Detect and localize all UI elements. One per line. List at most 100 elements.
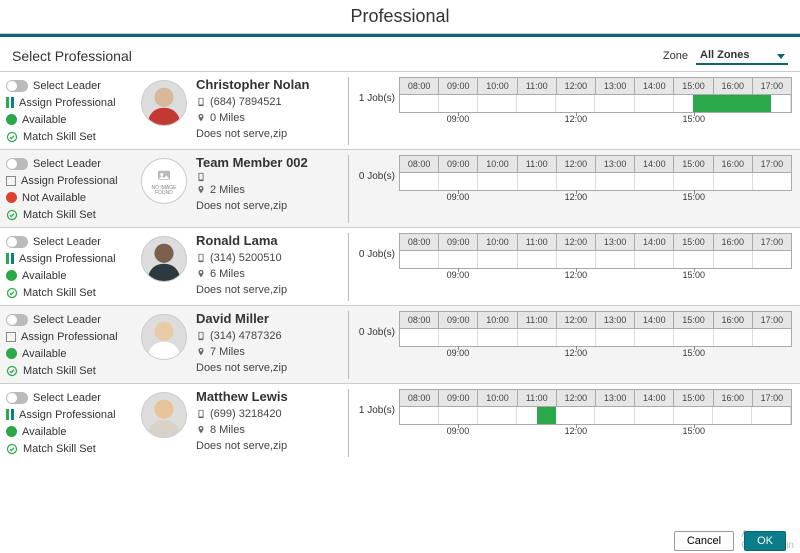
timeline-body[interactable] [399,407,792,425]
hour-footer: 12:00 [565,192,588,202]
hour-header: 17:00 [753,390,791,406]
pin-icon [196,425,206,435]
cancel-button[interactable]: Cancel [674,531,734,551]
phone-text: (314) 4787326 [210,328,282,344]
assign-checkbox-icon[interactable] [6,332,16,342]
professional-list: Select LeaderAssign ProfessionalAvailabl… [0,71,800,461]
hour-header: 08:00 [400,234,439,250]
job-block[interactable] [693,95,771,112]
assign-bar-icon [6,253,9,264]
jobs-count-label: 0 Job(s) [355,155,399,182]
avatar: NO IMAGEFOUND [141,158,187,204]
availability-dot-icon [6,192,17,203]
professional-name: Team Member 002 [196,155,342,171]
ok-button[interactable]: OK [744,531,786,551]
avatar [141,236,187,282]
timeline-header: 08:0009:0010:0011:0012:0013:0014:0015:00… [399,389,792,407]
hour-header: 12:00 [557,78,596,94]
check-circle-icon [6,209,18,221]
hour-header: 17:00 [753,156,791,172]
match-skill-label: Match Skill Set [23,207,96,223]
assign-professional-label: Assign Professional [19,251,116,267]
timeline-body[interactable] [399,173,792,191]
availability-label: Available [22,268,66,284]
select-leader-toggle[interactable] [6,236,28,248]
professional-name: Christopher Nolan [196,77,342,93]
hour-header: 10:00 [478,312,517,328]
phone-text: (699) 3218420 [210,406,282,422]
phone-icon [196,331,206,341]
professional-name: David Miller [196,311,342,327]
hour-header: 15:00 [674,78,713,94]
hour-header: 12:00 [557,312,596,328]
professional-row: Select LeaderAssign ProfessionalAvailabl… [0,383,800,461]
miles-text: 2 Miles [210,182,245,198]
hour-footer: 12:00 [565,348,588,358]
zone-dropdown[interactable]: All Zones [696,47,788,65]
timeline[interactable]: 08:0009:0010:0011:0012:0013:0014:0015:00… [399,311,792,361]
select-leader-toggle[interactable] [6,314,28,326]
hour-header: 13:00 [596,312,635,328]
select-leader-toggle[interactable] [6,392,28,404]
timeline-body[interactable] [399,251,792,269]
select-leader-label: Select Leader [33,312,101,328]
jobs-count-label: 1 Job(s) [355,389,399,416]
pin-icon [196,347,206,357]
availability-dot-icon [6,114,17,125]
check-circle-icon [6,443,18,455]
miles-text: 7 Miles [210,344,245,360]
note-text: Does not serve,zip [196,126,287,142]
select-leader-toggle[interactable] [6,80,28,92]
hour-footer: 09:00 [447,348,470,358]
timeline-footer: 09:0012:0015:00 [399,191,792,205]
hour-header: 17:00 [753,312,791,328]
hour-header: 16:00 [714,234,753,250]
column-divider [348,77,349,145]
job-block[interactable] [537,407,557,424]
timeline-header: 08:0009:0010:0011:0012:0013:0014:0015:00… [399,155,792,173]
hour-header: 10:00 [478,156,517,172]
hour-header: 10:00 [478,390,517,406]
timeline-footer: 09:0012:0015:00 [399,425,792,439]
hour-header: 11:00 [518,156,557,172]
timeline[interactable]: 08:0009:0010:0011:0012:0013:0014:0015:00… [399,233,792,283]
availability-dot-icon [6,270,17,281]
professional-name: Ronald Lama [196,233,342,249]
hour-header: 12:00 [557,234,596,250]
timeline[interactable]: 08:0009:0010:0011:0012:0013:0014:0015:00… [399,77,792,127]
miles-text: 8 Miles [210,422,245,438]
avatar [141,80,187,126]
hour-header: 14:00 [635,234,674,250]
hour-header: 09:00 [439,78,478,94]
hour-header: 15:00 [674,390,713,406]
hour-footer: 12:00 [565,426,588,436]
timeline-body[interactable] [399,95,792,113]
pin-icon [196,185,206,195]
check-circle-icon [6,287,18,299]
assign-checkbox-icon[interactable] [6,176,16,186]
availability-dot-icon [6,426,17,437]
timeline-header: 08:0009:0010:0011:0012:0013:0014:0015:00… [399,233,792,251]
phone-icon [196,172,206,182]
miles-text: 6 Miles [210,266,245,282]
hour-footer: 15:00 [682,270,705,280]
availability-label: Available [22,424,66,440]
assign-bar-icon [11,253,14,264]
timeline[interactable]: 08:0009:0010:0011:0012:0013:0014:0015:00… [399,389,792,439]
hour-header: 13:00 [596,390,635,406]
timeline-body[interactable] [399,329,792,347]
match-skill-label: Match Skill Set [23,363,96,379]
professional-row: Select LeaderAssign ProfessionalAvailabl… [0,305,800,383]
select-leader-label: Select Leader [33,78,101,94]
hour-header: 08:00 [400,78,439,94]
availability-label: Available [22,346,66,362]
timeline[interactable]: 08:0009:0010:0011:0012:0013:0014:0015:00… [399,155,792,205]
assign-bar-icon [6,97,9,108]
title-divider [0,34,800,37]
hour-footer: 15:00 [682,192,705,202]
assign-bar-icon [6,409,9,420]
hour-header: 17:00 [753,78,791,94]
hour-header: 13:00 [596,156,635,172]
header-row: Select Professional Zone All Zones [0,43,800,71]
select-leader-toggle[interactable] [6,158,28,170]
